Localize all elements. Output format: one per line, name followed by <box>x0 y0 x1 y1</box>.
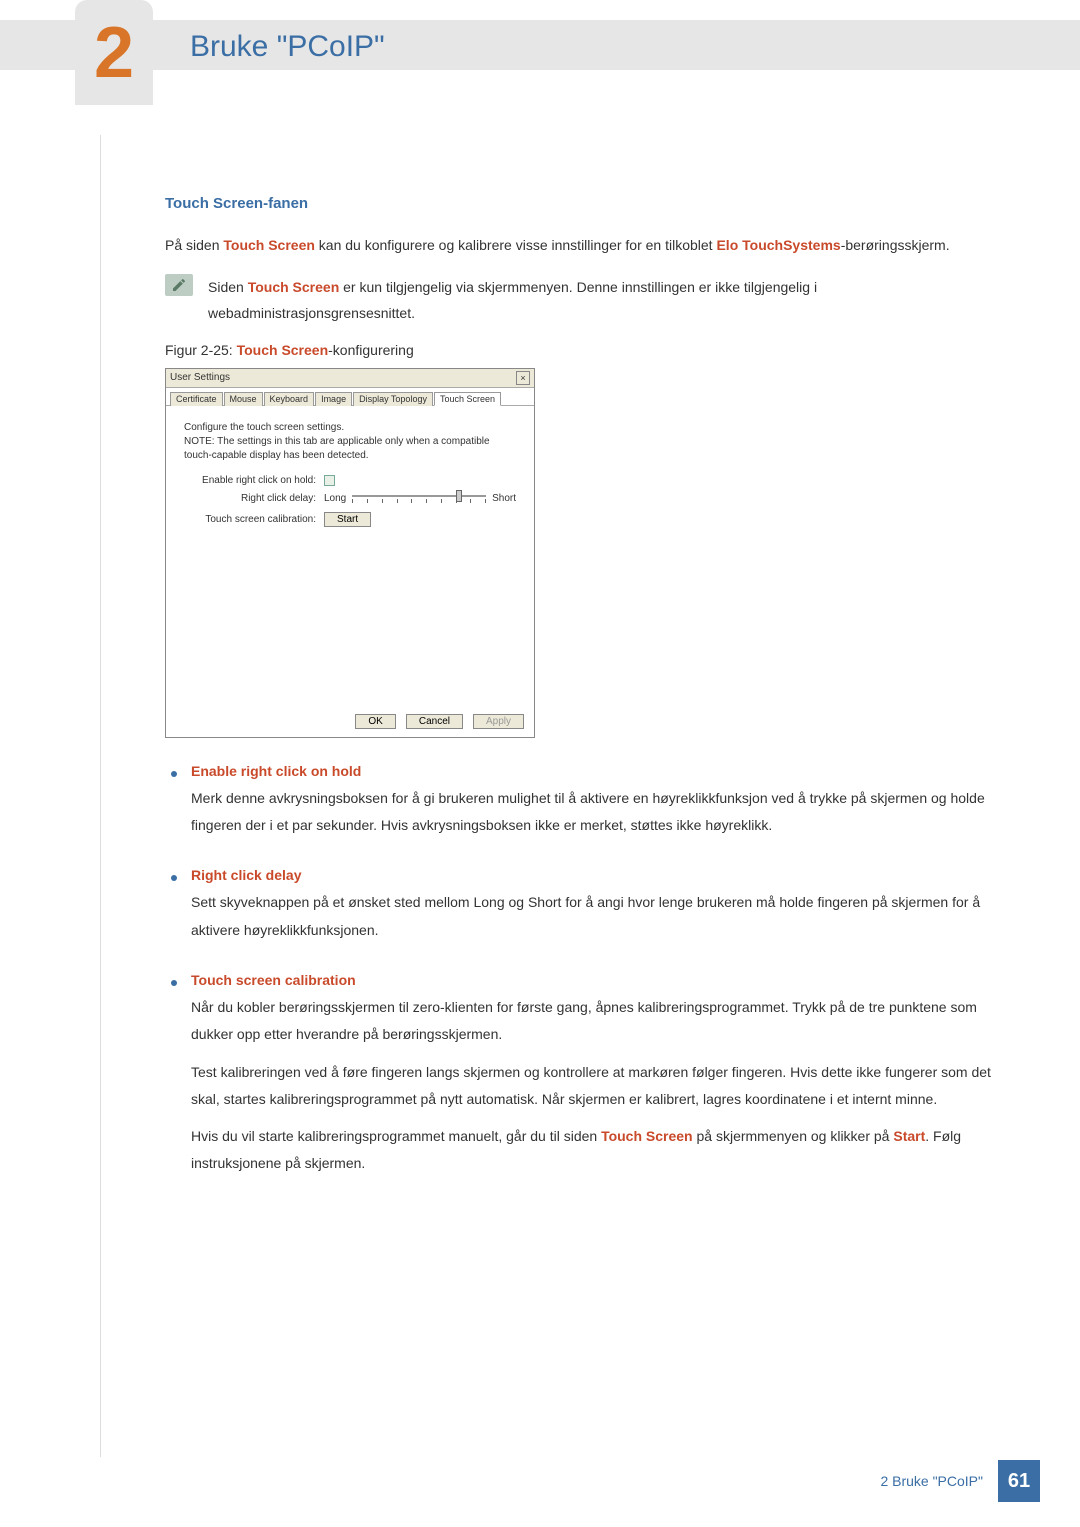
delay-label: Right click delay: <box>184 493 324 504</box>
text: Når du kobler berøringsskjermen til zero… <box>191 994 1000 1049</box>
note-icon <box>165 274 193 296</box>
text: Hvis du vil starte kalibreringsprogramme… <box>191 1123 1000 1178</box>
chapter-title: Bruke "PCoIP" <box>190 30 385 64</box>
bullet-content: Enable right click on hold Merk denne av… <box>191 763 1000 850</box>
highlight-touch-screen: Touch Screen <box>601 1128 693 1144</box>
highlight-touch-screen: Touch Screen <box>237 342 329 358</box>
page-number: 61 <box>998 1460 1040 1502</box>
bullet-title: Touch screen calibration <box>191 972 1000 988</box>
enable-checkbox[interactable] <box>324 475 335 486</box>
footer: 2 Bruke "PCoIP" 61 <box>880 1460 1040 1502</box>
slider-line <box>352 495 486 497</box>
bullet-content: Touch screen calibration Når du kobler b… <box>191 972 1000 1188</box>
intro-paragraph: På siden Touch Screen kan du konfigurere… <box>165 232 1000 259</box>
delay-long-label: Long <box>324 493 346 504</box>
slider-ticks <box>352 499 486 503</box>
text: Test kalibreringen ved å føre fingeren l… <box>191 1059 1000 1114</box>
note-block: Siden Touch Screen er kun tilgjengelig v… <box>165 274 1000 327</box>
bullet-text: Merk denne avkrysningsboksen for å gi br… <box>191 785 1000 840</box>
text: -berøringsskjerm. <box>841 237 950 253</box>
text: Merk denne avkrysningsboksen for å gi br… <box>191 785 1000 840</box>
dialog-title: User Settings <box>170 372 230 383</box>
section-title: Touch Screen-fanen <box>165 195 1000 212</box>
bullet-text: Sett skyveknappen på et ønsket sted mell… <box>191 889 1000 944</box>
chapter-number: 2 <box>94 17 134 89</box>
highlight-touch-screen: Touch Screen <box>223 237 315 253</box>
note-text: Siden Touch Screen er kun tilgjengelig v… <box>208 274 1000 327</box>
side-rule <box>100 135 101 1457</box>
bullet-icon <box>171 875 177 881</box>
bullet-icon <box>171 771 177 777</box>
content-area: Touch Screen-fanen På siden Touch Screen… <box>165 0 1000 1188</box>
user-settings-dialog: User Settings × Certificate Mouse Keyboa… <box>165 368 535 738</box>
text: på skjermmenyen og klikker på <box>693 1128 894 1144</box>
tab-body: Configure the touch screen settings. NOT… <box>166 406 534 706</box>
dialog-titlebar: User Settings × <box>166 369 534 388</box>
bullet-title: Enable right click on hold <box>191 763 1000 779</box>
header-bar <box>0 20 1080 70</box>
text: Sett skyveknappen på et ønsket sted mell… <box>191 889 1000 944</box>
highlight-start: Start <box>893 1128 925 1144</box>
list-item: Right click delay Sett skyveknappen på e… <box>165 867 1000 954</box>
tab-image[interactable]: Image <box>315 392 352 406</box>
text: Hvis du vil starte kalibreringsprogramme… <box>191 1128 601 1144</box>
delay-slider[interactable] <box>352 492 486 506</box>
calib-label: Touch screen calibration: <box>184 514 324 525</box>
apply-button[interactable]: Apply <box>473 714 524 729</box>
dialog-buttons: OK Cancel Apply <box>166 706 534 737</box>
chapter-badge: 2 <box>75 0 153 105</box>
text: Figur 2-25: <box>165 342 237 358</box>
tab-intro: Configure the touch screen settings. NOT… <box>184 421 516 463</box>
bullet-content: Right click delay Sett skyveknappen på e… <box>191 867 1000 954</box>
bullet-list: Enable right click on hold Merk denne av… <box>165 763 1000 1188</box>
tab-mouse[interactable]: Mouse <box>224 392 263 406</box>
highlight-elo: Elo TouchSystems <box>716 237 840 253</box>
row-enable-right-click: Enable right click on hold: <box>184 475 516 486</box>
tab-keyboard[interactable]: Keyboard <box>264 392 315 406</box>
text: Siden <box>208 279 248 295</box>
figure-caption: Figur 2-25: Touch Screen-konfigurering <box>165 342 1000 358</box>
delay-short-label: Short <box>492 493 516 504</box>
text: kan du konfigurere og kalibrere visse in… <box>315 237 717 253</box>
footer-text: 2 Bruke "PCoIP" <box>880 1473 983 1489</box>
row-calibration: Touch screen calibration: Start <box>184 512 516 527</box>
close-button[interactable]: × <box>516 371 530 385</box>
start-button[interactable]: Start <box>324 512 371 527</box>
tab-touch-screen[interactable]: Touch Screen <box>434 392 501 406</box>
text: På siden <box>165 237 223 253</box>
tab-certificate[interactable]: Certificate <box>170 392 223 406</box>
highlight-touch-screen: Touch Screen <box>248 279 340 295</box>
list-item: Enable right click on hold Merk denne av… <box>165 763 1000 850</box>
text: NOTE: The settings in this tab are appli… <box>184 435 516 463</box>
text: Configure the touch screen settings. <box>184 421 516 435</box>
enable-label: Enable right click on hold: <box>184 475 324 486</box>
delay-slider-wrap: Long Short <box>324 492 516 506</box>
bullet-title: Right click delay <box>191 867 1000 883</box>
row-right-click-delay: Right click delay: Long Short <box>184 492 516 506</box>
slider-thumb[interactable] <box>456 490 462 502</box>
bullet-text: Når du kobler berøringsskjermen til zero… <box>191 994 1000 1178</box>
bullet-icon <box>171 980 177 986</box>
text: -konfigurering <box>328 342 414 358</box>
tab-display-topology[interactable]: Display Topology <box>353 392 433 406</box>
tab-strip: Certificate Mouse Keyboard Image Display… <box>166 388 534 406</box>
cancel-button[interactable]: Cancel <box>406 714 463 729</box>
ok-button[interactable]: OK <box>355 714 395 729</box>
pencil-icon <box>171 277 187 293</box>
list-item: Touch screen calibration Når du kobler b… <box>165 972 1000 1188</box>
